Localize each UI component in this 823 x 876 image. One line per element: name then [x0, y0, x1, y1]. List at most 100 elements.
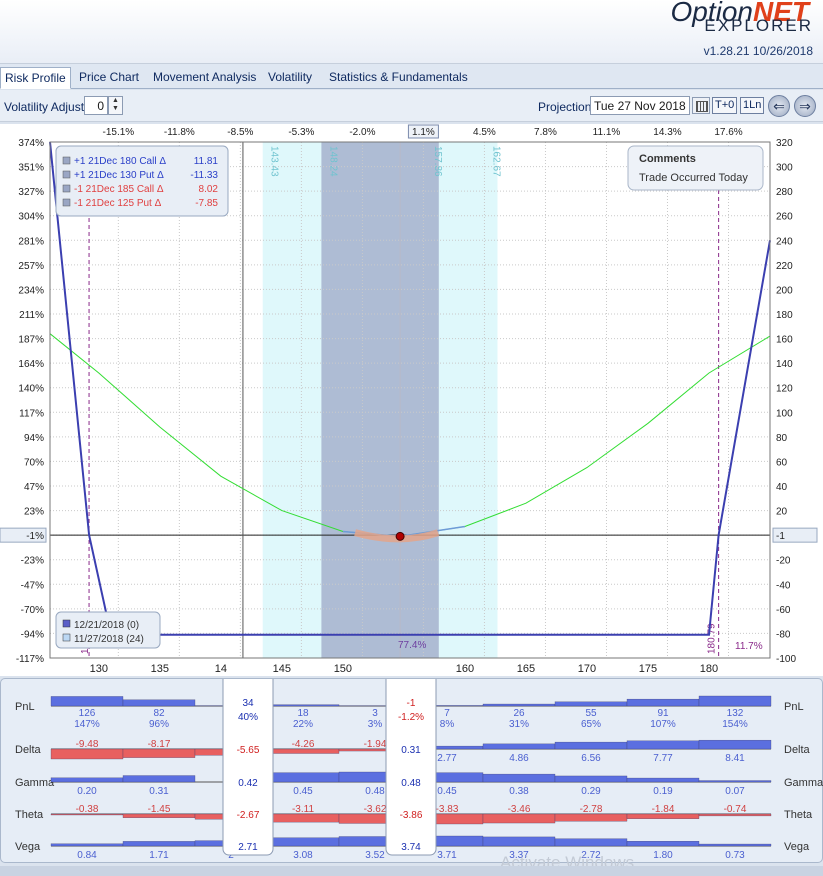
tab-price-chart[interactable]: Price Chart [75, 67, 143, 89]
y-left-tick-label: 187% [18, 335, 44, 346]
arrow-right-icon[interactable]: ⇒ [794, 95, 816, 117]
position-delta-value: 8.02 [199, 184, 219, 195]
y-left-tick-label: 211% [19, 310, 44, 321]
y-left-tick-label: -23% [21, 556, 44, 567]
top-pct-label: 7.8% [534, 127, 557, 138]
position-label: -1 21Dec 125 Put Δ [74, 198, 162, 209]
calendar-icon[interactable] [692, 97, 710, 114]
arrow-left-icon[interactable]: ⇐ [768, 95, 790, 117]
greek-value: 3.52 [365, 850, 385, 861]
spin-up-icon[interactable]: ▲ [109, 97, 122, 105]
greek-bar [698, 843, 772, 847]
greek-bar [554, 775, 628, 783]
position-checkbox [62, 184, 71, 193]
one-line-button[interactable]: 1Ln [740, 97, 765, 114]
greek-bar [266, 837, 340, 847]
greek-bar [50, 777, 124, 783]
greek-pnl-pct: 22% [293, 719, 313, 730]
greek-value: 7.77 [653, 753, 673, 764]
x-tick-label: 180 [700, 663, 718, 675]
tab-volatility[interactable]: Volatility [264, 67, 316, 89]
risk-profile-chart[interactable]: 143.43148.24157.86162.67 129.2180.79 374… [0, 124, 823, 676]
y-right-tick-label: -100 [776, 654, 796, 665]
greek-value: 0.19 [653, 786, 673, 797]
greek-value: 0.45 [437, 786, 457, 797]
x-tick-label: 14 [215, 663, 227, 675]
greek-pnl-pct: 147% [74, 719, 100, 730]
greek-bar [122, 748, 196, 758]
tab-movement-analysis[interactable]: Movement Analysis [149, 67, 260, 89]
greek-bar [482, 703, 556, 707]
y-right-tick-label: 80 [776, 433, 788, 444]
greek-bar [482, 773, 556, 783]
greek-bar [50, 843, 124, 847]
greek-bar [626, 840, 700, 847]
top-pct-label: 11.1% [593, 127, 621, 138]
y-left-tick-label: 47% [24, 482, 44, 493]
cursor-greeks-box-theta: -2.67 [237, 810, 260, 821]
greek-value: 0.45 [293, 786, 313, 797]
y-left-tick-label: -70% [21, 605, 44, 616]
greek-row-label-right: Delta [784, 744, 811, 756]
volatility-spinner[interactable]: ▲ ▼ [108, 96, 123, 115]
position-label: +1 21Dec 130 Put Δ [74, 170, 164, 181]
greek-value: -8.17 [148, 739, 171, 750]
projection-date-input[interactable]: Tue 27 Nov 2018 [590, 96, 690, 115]
y-right-tick-label: 60 [776, 457, 788, 468]
greek-value: 7 [444, 708, 450, 719]
spin-down-icon[interactable]: ▼ [109, 105, 122, 113]
greek-value: -4.26 [292, 739, 315, 750]
comments-box: Comments Trade Occurred Today [627, 145, 764, 191]
position-checkbox [62, 198, 71, 207]
greek-value: 8.41 [725, 753, 745, 764]
position-checkbox [62, 170, 71, 179]
top-pct-label: -2.0% [349, 127, 375, 138]
t-plus-0-button[interactable]: T+0 [712, 97, 738, 114]
series-label-projection: 11/27/2018 (24) [74, 634, 144, 645]
tab-statistics-fundamentals[interactable]: Statistics & Fundamentals [325, 67, 472, 89]
mid-percent-label: 77.4% [398, 640, 426, 651]
y-left-tick-label: 23% [24, 507, 44, 518]
y-left-tick-label: 117% [19, 408, 44, 419]
cursor-greeks-box-vega: 2.71 [238, 842, 258, 853]
greek-value: 4.86 [509, 753, 529, 764]
y-right-tick-label: -1 [776, 531, 785, 542]
current-greeks-box-vega: 3.74 [401, 842, 421, 853]
y-right-tick-label: 20 [776, 507, 788, 518]
sd-bands: 143.43 148.24 157.86 162.67 [262, 142, 501, 658]
position-checkbox [62, 156, 71, 165]
greek-value: 3.08 [293, 850, 313, 861]
greek-value: 0.31 [149, 786, 169, 797]
greek-bar [482, 836, 556, 847]
greek-value: 0.38 [509, 786, 529, 797]
y-right-tick-label: 220 [776, 261, 793, 272]
greek-bar [554, 838, 628, 847]
y-right-tick-label: 240 [776, 236, 793, 247]
app-header: OptionNET EXPLORER v1.28.21 10/26/2018 [0, 0, 823, 64]
y-right-tick-label: -20 [776, 556, 791, 567]
series-swatch-projection [62, 633, 71, 642]
greek-value: 0.84 [77, 850, 97, 861]
current-greeks-box-pnl: -1 [407, 698, 416, 709]
sd-band-label: 157.86 [432, 146, 443, 177]
greek-value: 18 [297, 708, 309, 719]
greek-bar [626, 740, 700, 750]
greek-value: 91 [657, 708, 669, 719]
comments-text: Trade Occurred Today [639, 172, 748, 184]
y-left-tick-label: -1% [26, 531, 44, 542]
top-pct-label: 1.1% [412, 127, 435, 138]
greek-value: 6.56 [581, 753, 601, 764]
greek-bar [482, 743, 556, 750]
greek-row-label: Theta [15, 809, 44, 821]
greek-value: 2.77 [437, 753, 457, 764]
current-greeks-box-theta: -3.86 [400, 810, 423, 821]
greek-pnl-pct: 154% [722, 719, 748, 730]
volatility-adjust-input[interactable]: 0 [84, 96, 108, 115]
greeks-panel: PnLPnL126147%8296%551822%33%78%2631%5565… [0, 666, 823, 863]
greek-value: 0.73 [725, 850, 745, 861]
greek-value: -3.83 [436, 804, 459, 815]
greek-bar [122, 841, 196, 847]
tab-risk-profile[interactable]: Risk Profile [0, 67, 71, 89]
y-left-tick-label: 374% [18, 138, 44, 149]
greek-value: 0.29 [581, 786, 601, 797]
